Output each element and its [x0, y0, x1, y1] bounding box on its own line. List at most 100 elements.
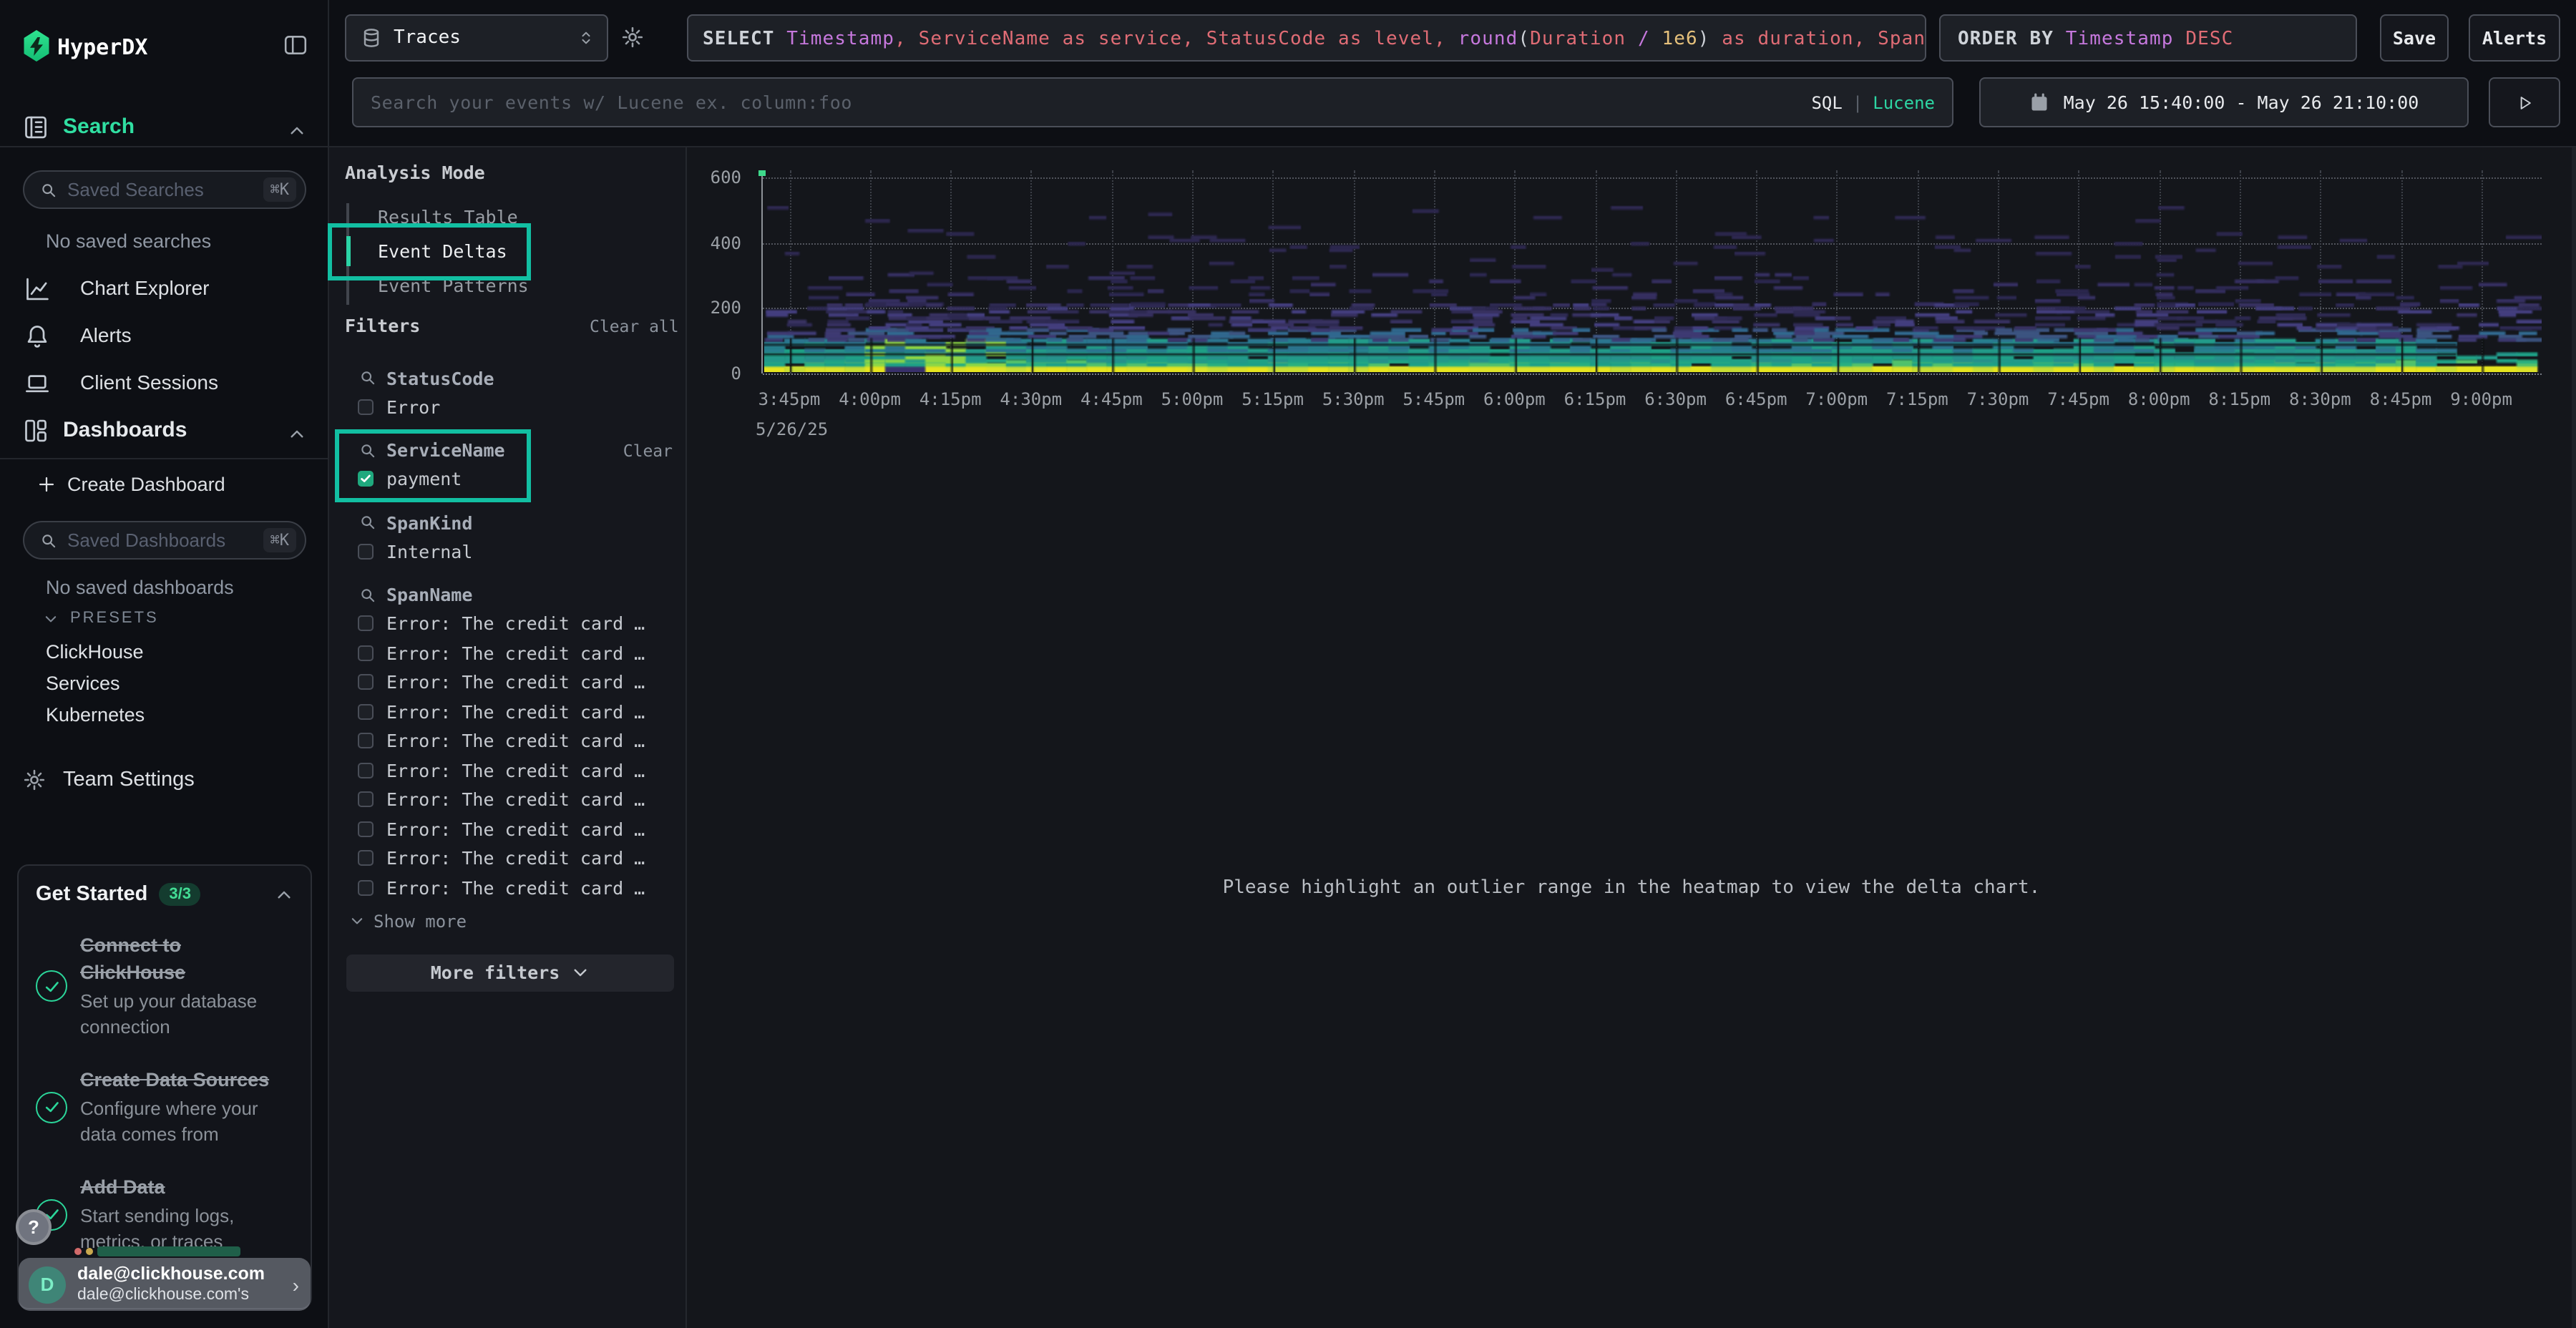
get-started-item[interactable]: Create Data SourcesConfigure where your … [36, 1066, 293, 1148]
filter-item-label: Error: The credit card … [386, 848, 645, 869]
filter-checkbox-item[interactable]: Error: The credit card … [329, 873, 687, 902]
create-dashboard-button[interactable]: Create Dashboard [37, 474, 225, 495]
checkbox[interactable] [358, 645, 374, 661]
database-icon [361, 27, 382, 49]
filter-checkbox-item[interactable]: Error: The credit card … [329, 756, 687, 785]
bell-icon [24, 323, 50, 349]
filter-group-header: StatusCode [329, 363, 687, 392]
show-more-link[interactable]: Show more [329, 911, 687, 931]
caret-updown-icon [577, 29, 595, 47]
checkbox[interactable] [358, 675, 374, 690]
filter-checkbox-item[interactable]: Error: The credit card … [329, 814, 687, 844]
analysis-mode-options: Results Table Event DeltasEvent Patterns [329, 199, 687, 303]
checkbox[interactable] [358, 616, 374, 632]
filter-checkbox-item[interactable]: payment [329, 464, 687, 494]
chart-panel: 6004002000 3:45pm4:00pm4:15pm4:30pm4:45p… [687, 147, 2576, 1328]
checkbox[interactable] [358, 763, 374, 778]
search-icon[interactable] [359, 586, 376, 603]
search-icon[interactable] [359, 514, 376, 531]
save-button[interactable]: Save [2380, 14, 2449, 62]
alerts-button[interactable]: Alerts [2469, 14, 2560, 62]
hyperdx-logo-icon [23, 30, 50, 62]
sidebar-item-search[interactable]: Search [0, 109, 328, 149]
search-icon[interactable] [359, 441, 376, 459]
filters-panel: Analysis Mode Results TableEvent DeltasE… [329, 147, 687, 1328]
saved-searches-input[interactable]: Saved Searches ⌘K [23, 170, 306, 209]
heatmap-drag-handle[interactable] [758, 170, 766, 176]
chevron-up-icon [288, 425, 306, 444]
source-select[interactable]: Traces [345, 14, 608, 62]
filter-checkbox-item[interactable]: Error [329, 392, 687, 421]
saved-searches-placeholder: Saved Searches [67, 179, 253, 200]
filter-checkbox-item[interactable]: Error: The credit card … [329, 844, 687, 873]
filter-clear-link[interactable]: Clear [623, 440, 673, 460]
run-query-button[interactable] [2489, 77, 2560, 127]
sql-token: , [1434, 28, 1458, 49]
analysis-mode-option-results-table[interactable]: Results Table [329, 199, 687, 234]
scrollbar-gutter[interactable] [2572, 147, 2576, 1328]
filter-group-servicename: ServiceNameClearpayment [329, 436, 687, 494]
get-started-item-title: Connect to ClickHouse [80, 932, 283, 986]
analysis-mode-option-label: Results Table [378, 205, 518, 227]
checkbox[interactable] [358, 851, 374, 866]
mode-lucene-toggle[interactable]: Lucene [1873, 92, 1935, 112]
date-range-picker[interactable]: May 26 15:40:00 - May 26 21:10:00 [1979, 77, 2469, 127]
order-by-tokens: ORDER BY Timestamp DESC [1958, 26, 2233, 49]
checkbox[interactable] [358, 399, 374, 415]
search-icon[interactable] [359, 369, 376, 386]
checkbox[interactable] [358, 733, 374, 749]
get-started-item[interactable]: Connect to ClickHouseSet up your databas… [36, 932, 293, 1040]
preset-item-kubernetes[interactable]: Kubernetes [46, 705, 145, 726]
filter-checkbox-item[interactable]: Internal [329, 537, 687, 566]
checkbox[interactable] [358, 792, 374, 808]
sidebar-item-client-sessions[interactable]: Client Sessions [0, 361, 328, 404]
heatmap-canvas[interactable] [763, 170, 2541, 372]
x-tick-label: 4:45pm [1080, 389, 1143, 409]
saved-dashboards-input[interactable]: Saved Dashboards ⌘K [23, 521, 306, 560]
filter-checkbox-item[interactable]: Error: The credit card … [329, 726, 687, 756]
sidebar-item-dashboards[interactable]: Dashboards [0, 412, 328, 452]
top-bar: Traces SELECT Timestamp, ServiceName as … [329, 0, 2576, 146]
preset-item-services[interactable]: Services [46, 673, 120, 694]
get-started-item[interactable]: Add DataStart sending logs, metrics, or … [36, 1173, 293, 1255]
clear-all-link[interactable]: Clear all [590, 316, 679, 336]
saved-dashboards-shortcut: ⌘K [263, 528, 297, 552]
checkbox[interactable] [358, 821, 374, 837]
filter-checkbox-item[interactable]: Error: The credit card … [329, 668, 687, 697]
analysis-mode-option-event-patterns[interactable]: Event Patterns [329, 268, 687, 303]
order-by-input[interactable]: ORDER BY Timestamp DESC [1939, 14, 2357, 62]
analysis-mode-option-event-deltas[interactable]: Event Deltas [329, 234, 687, 269]
chevron-up-icon[interactable] [275, 885, 293, 904]
filter-checkbox-item[interactable]: Error: The credit card … [329, 638, 687, 668]
filter-group-header: SpanName [329, 580, 687, 609]
filter-checkbox-item[interactable]: Error: The credit card … [329, 785, 687, 814]
sidebar-item-chart-explorer[interactable]: Chart Explorer [0, 268, 328, 311]
sql-select-input[interactable]: SELECT Timestamp, ServiceName as service… [687, 14, 1926, 62]
x-tick-label: 5:15pm [1241, 389, 1304, 409]
user-menu[interactable]: D dale@clickhouse.com dale@clickhouse.co… [19, 1258, 311, 1311]
filter-item-label: payment [386, 469, 462, 490]
get-started-card: Get Started 3/3 Connect to ClickHouseSet… [17, 864, 312, 1309]
presets-toggle[interactable]: PRESETS [43, 610, 159, 627]
preset-item-clickhouse[interactable]: ClickHouse [46, 641, 144, 663]
filter-checkbox-item[interactable]: Error: The credit card … [329, 609, 687, 638]
mode-sql-toggle[interactable]: SQL [1811, 92, 1842, 112]
sidebar-item-alerts[interactable]: Alerts [0, 315, 328, 358]
avatar: D [29, 1266, 66, 1303]
sidebar-collapse-icon[interactable] [283, 33, 308, 57]
checkbox[interactable] [358, 704, 374, 720]
more-filters-button[interactable]: More filters [346, 954, 674, 991]
hidden-announcement [74, 1244, 260, 1258]
help-button[interactable]: ? [16, 1209, 52, 1245]
sql-token: ( [1518, 28, 1530, 49]
search-input[interactable]: Search your events w/ Lucene ex. column:… [352, 77, 1953, 127]
checkbox[interactable] [358, 472, 374, 487]
source-settings-gear-icon[interactable] [621, 26, 644, 49]
filter-checkbox-item[interactable]: Error: The credit card … [329, 697, 687, 726]
sidebar-item-team-settings[interactable]: Team Settings [23, 768, 195, 791]
checkbox[interactable] [358, 544, 374, 560]
checkbox[interactable] [358, 880, 374, 896]
filter-group-spankind: SpanKindInternal [329, 508, 687, 566]
y-tick-label: 600 [696, 167, 741, 187]
x-tick-label: 6:45pm [1725, 389, 1787, 409]
